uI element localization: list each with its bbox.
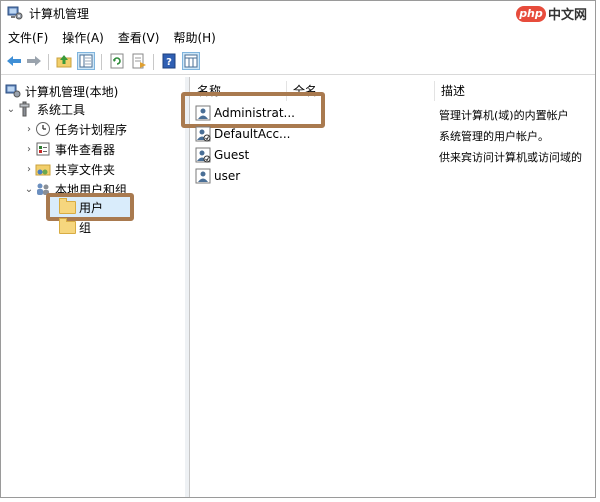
tree-label-users: 用户 [79, 200, 104, 215]
menu-file[interactable]: 文件(F) [1, 26, 55, 48]
tree-label-event-viewer: 事件查看器 [55, 142, 116, 157]
tree-item-task-scheduler[interactable]: › 任务计划程序 [23, 119, 127, 139]
chevron-right-icon[interactable]: › [23, 124, 35, 135]
user-icon [195, 168, 211, 184]
pane-splitter[interactable] [185, 77, 190, 497]
tree-item-users[interactable]: 用户 [59, 197, 103, 217]
menu-help[interactable]: 帮助(H) [166, 26, 222, 48]
user-name: Guest [214, 148, 250, 162]
tree-item-system-tools[interactable]: ⌄ 系统工具 [5, 99, 85, 119]
properties-icon[interactable] [182, 52, 200, 70]
tree-label-system-tools: 系统工具 [37, 102, 86, 117]
tree-label-groups: 组 [79, 220, 92, 235]
chevron-right-icon[interactable]: › [23, 164, 35, 175]
user-name: user [214, 169, 241, 183]
refresh-icon[interactable] [108, 52, 126, 70]
computer-management-icon [5, 84, 21, 98]
console-tree: 计算机管理(本地) ⌄ 系统工具 › 任务计划程序 › 事件查看器 › 共享文件… [1, 77, 186, 497]
back-icon[interactable] [5, 52, 23, 70]
user-icon [195, 105, 211, 121]
user-name: DefaultAcc... [214, 127, 291, 141]
watermark: php 中文网 [515, 4, 587, 23]
chevron-down-icon[interactable]: ⌄ [5, 104, 17, 115]
watermark-logo: php [515, 5, 546, 22]
folder-icon [59, 218, 76, 235]
user-description: 供来宾访问计算机或访问域的 [439, 151, 582, 164]
svg-text:?: ? [166, 57, 172, 68]
column-header-description[interactable]: 描述 [435, 81, 595, 101]
menu-view[interactable]: 查看(V) [111, 26, 167, 48]
export-list-icon[interactable] [130, 52, 148, 70]
window-title: 计算机管理 [29, 7, 90, 21]
forward-icon[interactable] [25, 52, 43, 70]
disabled-user-icon [195, 147, 211, 163]
tree-label-root: 计算机管理(本地) [25, 84, 119, 99]
event-viewer-icon [36, 142, 50, 156]
shared-folder-icon [35, 164, 51, 176]
user-description: 系统管理的用户帐户。 [439, 130, 549, 143]
toolbar: ? [1, 49, 595, 75]
list-item[interactable]: Administrat... [195, 103, 295, 123]
computer-management-window: 计算机管理 php 中文网 文件(F) 操作(A) 查看(V) 帮助(H) ? … [0, 0, 596, 498]
tree-item-shared-folders[interactable]: › 共享文件夹 [23, 159, 115, 179]
user-name: Administrat... [214, 106, 295, 120]
title-bar: 计算机管理 php 中文网 [1, 1, 595, 25]
tools-icon [19, 101, 30, 117]
show-hide-tree-icon[interactable] [77, 52, 95, 70]
list-item[interactable]: DefaultAcc... [195, 124, 290, 144]
watermark-text: 中文网 [547, 8, 587, 23]
menu-action[interactable]: 操作(A) [55, 26, 111, 48]
list-item[interactable]: user [195, 166, 240, 186]
computer-management-icon [7, 6, 23, 20]
tree-item-event-viewer[interactable]: › 事件查看器 [23, 139, 115, 159]
toolbar-separator [101, 54, 102, 70]
up-folder-icon[interactable] [55, 52, 73, 70]
chevron-down-icon[interactable]: ⌄ [23, 184, 35, 195]
tree-label-task-scheduler: 任务计划程序 [55, 122, 128, 137]
help-icon[interactable]: ? [160, 52, 178, 70]
chevron-right-icon[interactable]: › [23, 144, 35, 155]
user-description: 管理计算机(域)的内置帐户 [439, 109, 569, 122]
folder-icon [59, 198, 76, 215]
user-list-pane: 名称 全名 描述 Administrat... 管理计算机(域)的内置帐户 De… [181, 77, 595, 497]
toolbar-separator [48, 54, 49, 70]
tree-item-groups[interactable]: 组 [59, 217, 91, 237]
list-item[interactable]: Guest [195, 145, 249, 165]
tree-label-shared-folders: 共享文件夹 [55, 162, 116, 177]
toolbar-separator [153, 54, 154, 70]
disabled-user-icon [195, 126, 211, 142]
menu-bar: 文件(F) 操作(A) 查看(V) 帮助(H) [1, 26, 595, 48]
tree-item-root[interactable]: 计算机管理(本地) [5, 81, 118, 101]
clock-icon [36, 122, 50, 136]
